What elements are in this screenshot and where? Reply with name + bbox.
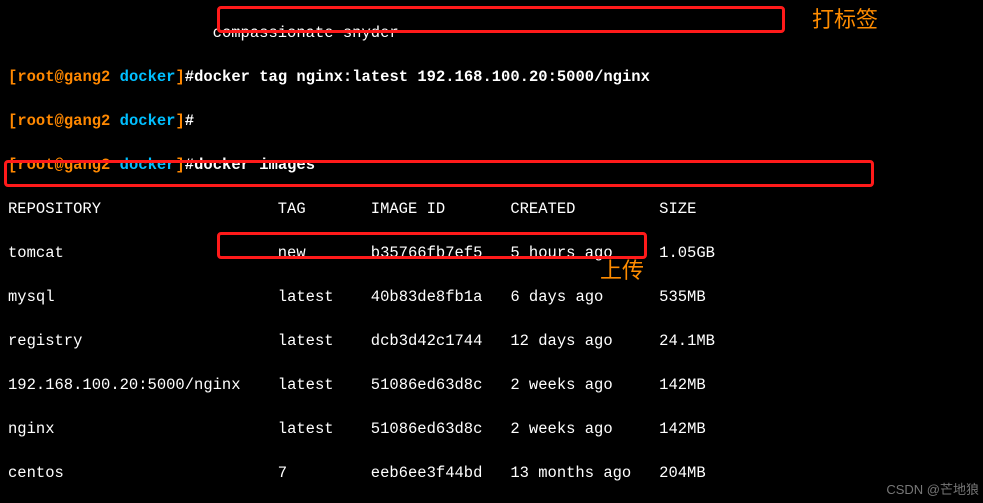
highlight-box-row: [4, 160, 874, 187]
table-row: centos 7 eeb6ee3f44bd 13 months ago 204M…: [8, 462, 975, 484]
table-row: nginx latest 51086ed63d8c 2 weeks ago 14…: [8, 418, 975, 440]
watermark: CSDN @芒地狼: [886, 479, 979, 501]
table-row: mysql latest 40b83de8fb1a 6 days ago 535…: [8, 286, 975, 308]
annotation-upload: 上传: [600, 260, 644, 282]
annotation-tag: 打标签: [812, 9, 878, 31]
prompt-line-1[interactable]: [root@gang2 docker]#docker tag nginx:lat…: [8, 66, 975, 88]
table-header: REPOSITORY TAG IMAGE ID CREATED SIZE: [8, 198, 975, 220]
cmd-tag: docker tag nginx:latest 192.168.100.20:5…: [194, 68, 650, 86]
table-row: registry latest dcb3d42c1744 12 days ago…: [8, 330, 975, 352]
highlight-box-push: [217, 232, 647, 259]
highlight-box-tag: [217, 6, 785, 33]
prompt-line-2[interactable]: [root@gang2 docker]#: [8, 110, 975, 132]
table-row: 192.168.100.20:5000/nginx latest 51086ed…: [8, 374, 975, 396]
